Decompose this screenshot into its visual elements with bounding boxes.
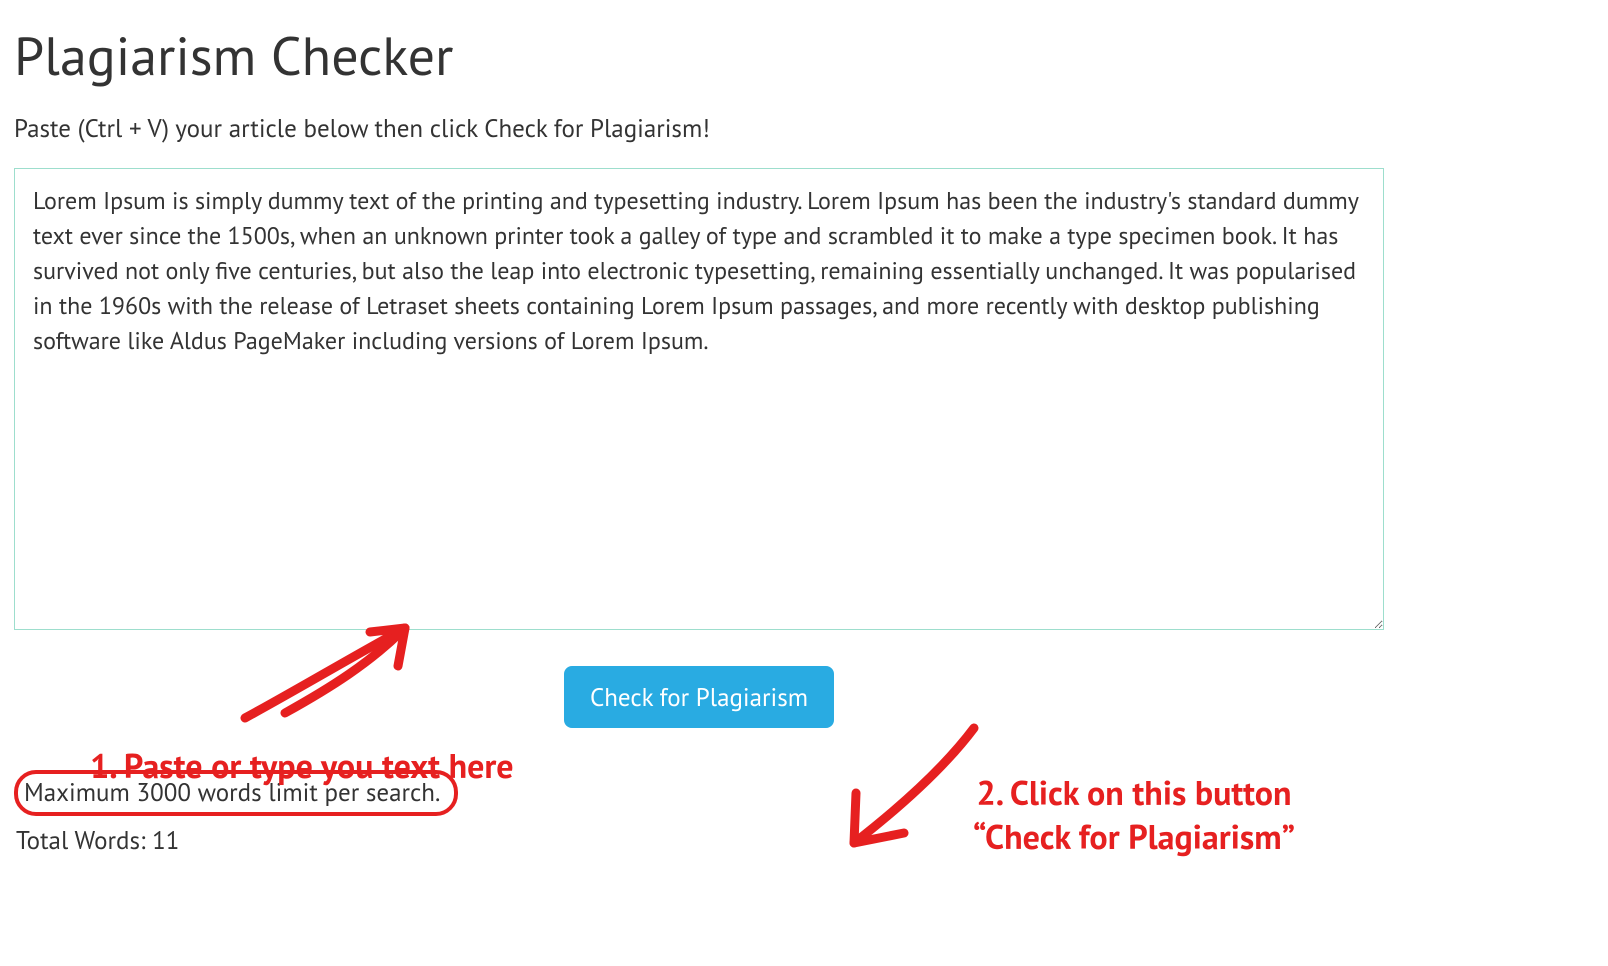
- limit-row: Maximum 3000 words limit per search.: [14, 770, 1594, 816]
- total-words-text: Total Words: 11: [16, 824, 1594, 856]
- instruction-text: Paste (Ctrl + V) your article below then…: [14, 112, 1594, 144]
- check-plagiarism-button[interactable]: Check for Plagiarism: [564, 666, 834, 728]
- word-limit-text: Maximum 3000 words limit per search.: [14, 770, 458, 816]
- action-row: Check for Plagiarism: [14, 666, 1384, 728]
- article-textarea[interactable]: [14, 168, 1384, 630]
- page-title: Plagiarism Checker: [14, 20, 1594, 90]
- editor-container: 1. Paste or type you text here 2. Click …: [14, 168, 1594, 630]
